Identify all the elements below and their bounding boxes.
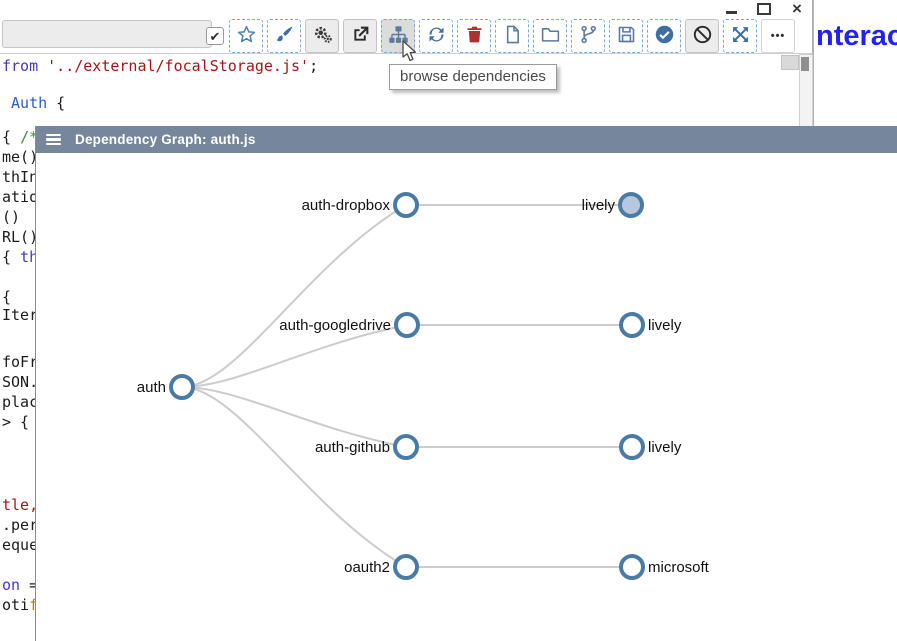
mouse-cursor-icon: [401, 40, 421, 69]
code-line: foFr: [2, 352, 38, 372]
graph-node-auth[interactable]: [171, 376, 193, 398]
delete-button[interactable]: [457, 19, 491, 53]
code-line: me(): [2, 147, 38, 167]
save-button[interactable]: [609, 19, 643, 53]
external-link-icon: [350, 24, 371, 48]
expand-button[interactable]: [723, 19, 757, 53]
code-line: RL(): [2, 227, 38, 247]
code-line: Auth {: [2, 93, 65, 113]
code-line: plac: [2, 392, 38, 412]
dependency-graph-svg: auth auth-dropbox auth-googledrive auth-git…: [36, 153, 897, 641]
expand-arrows-icon: [730, 24, 751, 48]
paint-brush-icon: [274, 24, 295, 48]
ellipsis-icon: •••: [771, 30, 786, 42]
file-icon: [502, 24, 523, 48]
star-button[interactable]: [229, 19, 263, 53]
graph-node-label-auth-github: auth-github: [315, 439, 390, 456]
code-line: otif: [2, 595, 38, 615]
graph-node-lively-3[interactable]: [621, 436, 643, 458]
code-branch-button[interactable]: [571, 19, 605, 53]
graph-edge-auth-auth-dropbox: [182, 205, 406, 387]
gears-icon: [312, 24, 333, 48]
code-line: SON.: [2, 372, 38, 392]
graph-node-lively-1[interactable]: [620, 194, 642, 216]
graph-node-label-lively-3: lively: [648, 439, 682, 456]
more-options-button[interactable]: •••: [761, 19, 795, 53]
dependency-graph-panel: Dependency Graph: auth.js auth auth-dropb…: [35, 126, 897, 641]
code-line: on =: [2, 575, 38, 595]
ban-button[interactable]: [685, 19, 719, 53]
graph-node-auth-dropbox[interactable]: [395, 194, 417, 216]
check-icon: ✔: [210, 29, 221, 44]
minimize-button[interactable]: [720, 1, 742, 17]
graph-node-label-auth: auth: [137, 379, 166, 396]
code-line: eque: [2, 535, 38, 555]
code-branch-icon: [578, 24, 599, 48]
close-button[interactable]: ×: [786, 1, 808, 17]
clipped-heading: nteracti: [816, 20, 897, 53]
check-circle-icon: [654, 24, 675, 48]
graph-node-label-microsoft: microsoft: [648, 559, 710, 576]
code-line: (): [2, 207, 29, 227]
graph-node-microsoft[interactable]: [621, 556, 643, 578]
graph-node-auth-github[interactable]: [395, 436, 417, 458]
toolbar-buttons: •••: [229, 19, 795, 53]
graph-node-label-auth-dropbox: auth-dropbox: [302, 197, 391, 214]
maximize-icon: [757, 3, 771, 15]
refresh-button[interactable]: [419, 19, 453, 53]
vertical-scrollbar[interactable]: [799, 54, 813, 128]
code-line: { /*: [2, 127, 38, 147]
scrollbar-corner: [781, 55, 799, 70]
graph-node-auth-googledrive[interactable]: [396, 314, 418, 336]
graph-node-label-lively-2: lively: [648, 317, 682, 334]
folder-icon: [540, 24, 561, 48]
app-window: from '../external/focalStorage.js'; Auth…: [0, 0, 897, 641]
toolbar-checkbox[interactable]: ✔: [206, 27, 224, 45]
graph-node-lively-2[interactable]: [621, 314, 643, 336]
code-line: from '../external/focalStorage.js';: [2, 56, 318, 76]
paint-brush-button[interactable]: [267, 19, 301, 53]
minimize-icon: [726, 11, 737, 14]
accept-button[interactable]: [647, 19, 681, 53]
maximize-button[interactable]: [753, 1, 775, 17]
toolbar-input[interactable]: [2, 20, 212, 48]
star-icon: [236, 24, 257, 48]
external-link-button[interactable]: [343, 19, 377, 53]
code-line: tle,: [2, 495, 38, 515]
graph-node-label-auth-googledrive: auth-googledrive: [279, 317, 391, 334]
graph-node-oauth2[interactable]: [395, 556, 417, 578]
graph-node-label-lively-1: lively: [582, 197, 616, 214]
code-line: .per: [2, 515, 38, 535]
new-file-button[interactable]: [495, 19, 529, 53]
right-panel: nteracti: [814, 0, 897, 126]
save-icon: [616, 24, 637, 48]
graph-body: auth auth-dropbox auth-googledrive auth-git…: [36, 153, 897, 641]
menu-icon[interactable]: [44, 132, 63, 148]
code-line: thIn: [2, 167, 38, 187]
code-line: > {: [2, 412, 29, 432]
graph-header[interactable]: Dependency Graph: auth.js: [36, 126, 897, 153]
graph-edge-auth-auth-github: [182, 387, 406, 447]
window-controls: ×: [716, 0, 812, 18]
graph-edge-auth-oauth2: [182, 387, 406, 567]
code-line: atio: [2, 187, 38, 207]
ban-icon: [692, 24, 713, 48]
gears-button[interactable]: [305, 19, 339, 53]
trash-icon: [464, 24, 485, 48]
graph-edge-auth-auth-googledrive: [182, 325, 407, 387]
scrollbar-thumb[interactable]: [801, 57, 809, 71]
folder-button[interactable]: [533, 19, 567, 53]
graph-title: Dependency Graph: auth.js: [75, 132, 256, 147]
code-line: { th: [2, 247, 38, 267]
refresh-icon: [426, 24, 447, 48]
code-line: {: [2, 287, 11, 307]
graph-node-label-oauth2: oauth2: [344, 559, 390, 576]
close-icon: ×: [792, 1, 802, 17]
code-line: Iter: [2, 305, 38, 325]
